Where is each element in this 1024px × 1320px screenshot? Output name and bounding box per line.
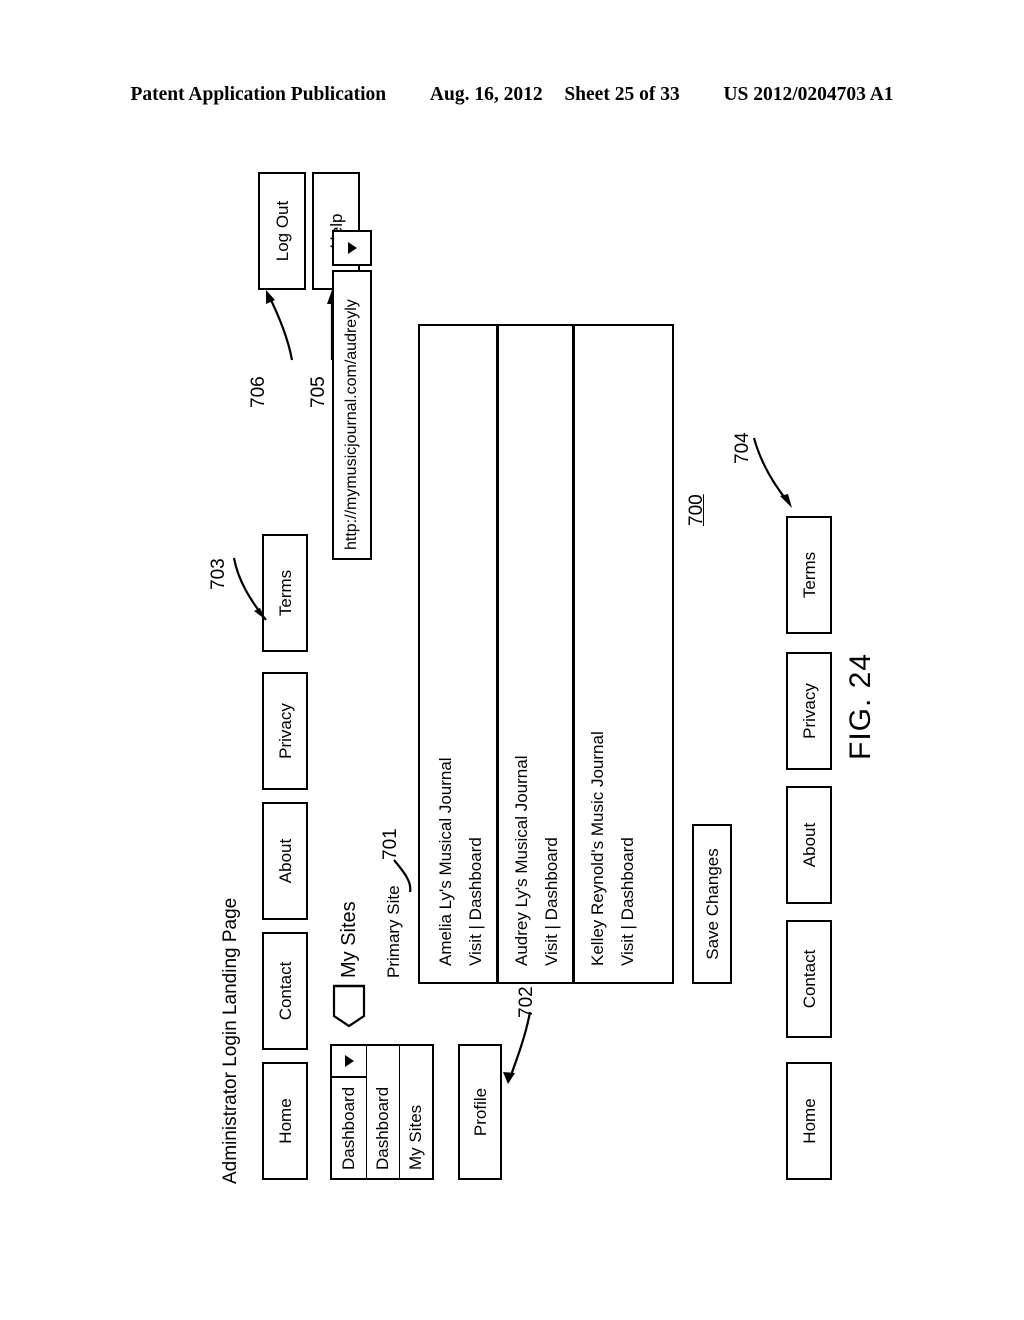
save-changes-label: Save Changes [702, 848, 722, 960]
leader-line-703 [232, 557, 267, 621]
site-links[interactable]: Visit | Dashboard [618, 837, 638, 966]
publication-header: Patent Application Publication Aug. 16, … [0, 84, 1024, 106]
reference-numeral-705: 705 [308, 376, 329, 408]
bottom-nav-item-contact[interactable]: Contact [786, 920, 832, 1038]
profile-button[interactable]: Profile [458, 1044, 502, 1180]
profile-label: Profile [470, 1087, 490, 1137]
top-nav-item-privacy[interactable]: Privacy [262, 672, 308, 790]
page-title: Administrator Login Landing Page [220, 897, 241, 1184]
top-nav-item-contact[interactable]: Contact [262, 932, 308, 1050]
site-links[interactable]: Visit | Dashboard [466, 837, 486, 966]
site-divider-2 [572, 324, 575, 984]
top-nav-terms-label: Terms [275, 569, 295, 617]
site-links[interactable]: Visit | Dashboard [542, 837, 562, 966]
publication-date: Aug. 16, 2012 [429, 84, 543, 105]
chevron-down-icon[interactable] [332, 230, 372, 266]
dropdown-option-label: My Sites [406, 1104, 425, 1170]
site-name: Kelley Reynold's Music Journal [588, 731, 607, 966]
sheet-number: Sheet 25 of 33 [564, 84, 680, 105]
reference-numeral-700: 700 [686, 494, 707, 526]
dashboard-dropdown-option-dashboard[interactable]: Dashboard [367, 1044, 401, 1180]
bottom-nav-about-label: About [799, 822, 819, 868]
chevron-down-icon[interactable] [330, 1044, 368, 1078]
figure-24-drawing: Administrator Login Landing Page Home Co… [200, 130, 900, 1190]
bottom-nav-privacy-label: Privacy [799, 683, 819, 739]
log-out-button[interactable]: Log Out [258, 172, 306, 290]
dropdown-option-label: Dashboard [373, 1086, 392, 1170]
leader-line-704 [752, 437, 792, 508]
site-url-field[interactable]: http://mymusicjournal.com/audreyly [332, 270, 372, 560]
leader-line-706 [266, 290, 294, 361]
leader-line-701 [393, 859, 412, 893]
top-nav-item-about[interactable]: About [262, 802, 308, 920]
primary-site-label: Primary Site [384, 885, 403, 978]
dashboard-dropdown-selected[interactable]: Dashboard [330, 1076, 368, 1180]
bottom-nav-terms-label: Terms [799, 551, 819, 599]
bottom-nav-item-terms[interactable]: Terms [786, 516, 832, 634]
chevron-down-glyph [347, 242, 357, 254]
site-name: Audrey Ly's Musical Journal [512, 755, 531, 966]
publication-number: US 2012/0204703 A1 [723, 84, 894, 105]
bottom-nav-item-home[interactable]: Home [786, 1062, 832, 1180]
figure-label: FIG. 24 [844, 652, 877, 760]
publication-header-left: Patent Application Publication [130, 84, 387, 105]
top-nav-item-home[interactable]: Home [262, 1062, 308, 1180]
chevron-down-glyph [344, 1055, 354, 1067]
bottom-nav-home-label: Home [799, 1098, 819, 1144]
top-nav-about-label: About [275, 838, 295, 884]
leader-line-702 [503, 1011, 532, 1084]
site-name: Amelia Ly's Musical Journal [436, 757, 455, 966]
save-changes-button[interactable]: Save Changes [692, 824, 732, 984]
site-divider-1 [496, 324, 499, 984]
reference-numeral-706: 706 [248, 376, 269, 408]
top-nav-privacy-label: Privacy [275, 703, 295, 759]
top-nav-contact-label: Contact [275, 961, 295, 1021]
bottom-nav-contact-label: Contact [799, 949, 819, 1009]
my-sites-tab-shape [332, 984, 366, 1028]
dashboard-dropdown-value: Dashboard [339, 1086, 358, 1170]
dashboard-dropdown-option-my-sites[interactable]: My Sites [400, 1044, 434, 1180]
site-url-value: http://mymusicjournal.com/audreyly [343, 299, 360, 550]
top-nav-home-label: Home [275, 1098, 295, 1144]
my-sites-heading: My Sites [338, 901, 360, 978]
bottom-nav-item-privacy[interactable]: Privacy [786, 652, 832, 770]
bottom-nav-item-about[interactable]: About [786, 786, 832, 904]
log-out-label: Log Out [272, 200, 292, 262]
